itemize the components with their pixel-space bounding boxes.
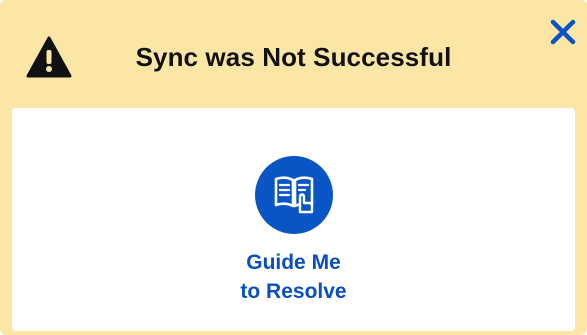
guide-me-to-resolve-button[interactable]: Guide Me to Resolve [194,156,394,306]
book-guide-icon [271,170,317,221]
guide-icon-circle[interactable] [254,156,333,234]
dialog-body: Guide Me to Resolve [12,108,575,331]
guide-me-label-line2: to Resolve [240,280,347,303]
close-button[interactable] [545,16,581,52]
dialog-title: Sync was Not Successful [135,42,452,72]
sync-error-dialog: Sync was Not Successful Guide Me to Reso… [0,0,587,335]
close-icon [549,18,577,51]
guide-me-label[interactable]: Guide Me to Resolve [240,248,346,306]
guide-me-label-line1: Guide Me [246,251,341,274]
dialog-header: Sync was Not Successful [0,0,587,108]
